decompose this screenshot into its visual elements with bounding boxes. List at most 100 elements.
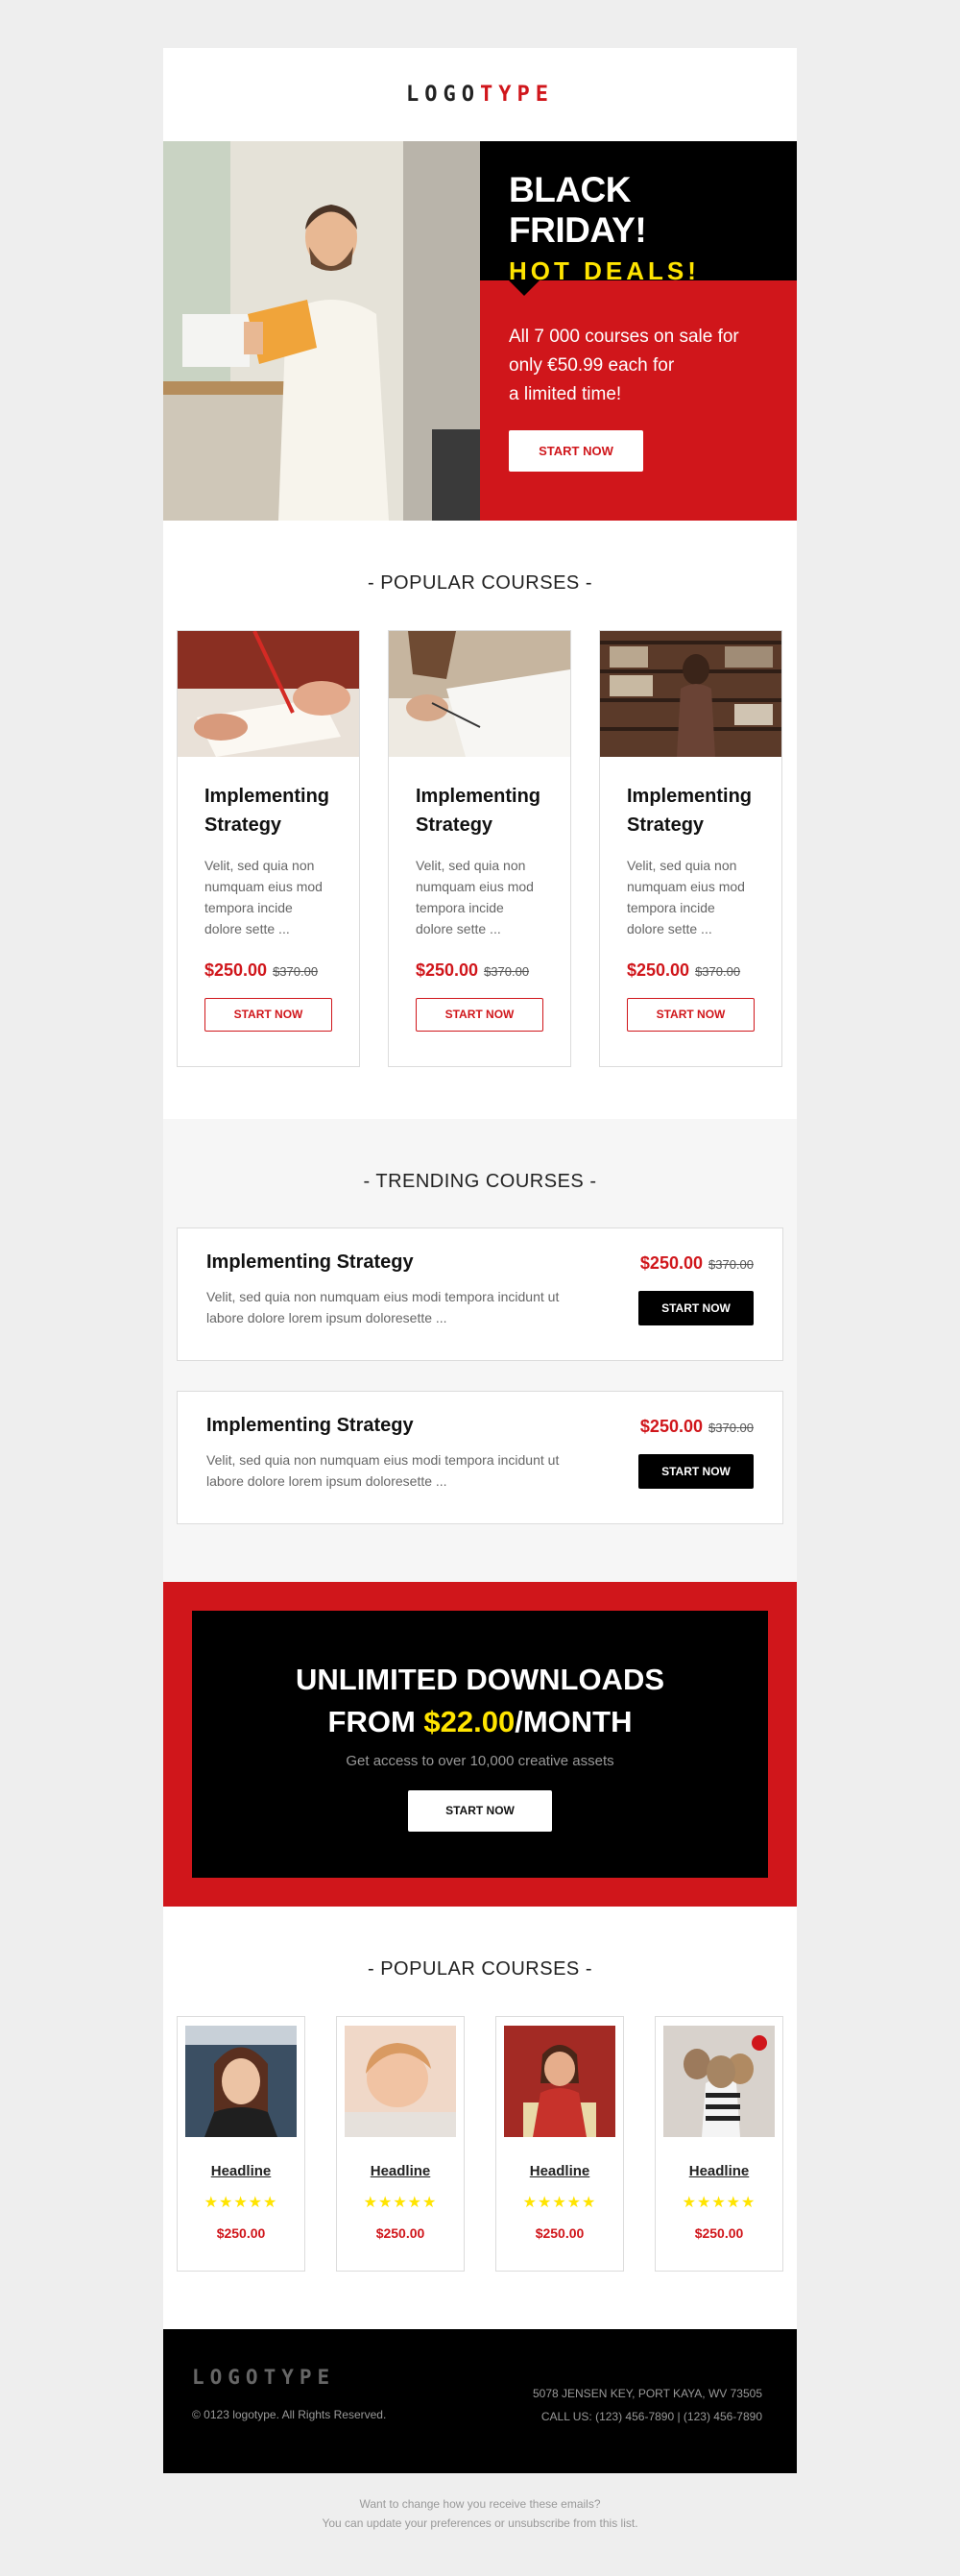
- course-start-now-button[interactable]: START NOW: [204, 998, 332, 1032]
- course-tile-headline[interactable]: Headline: [178, 2163, 304, 2179]
- trending-start-now-button[interactable]: START NOW: [638, 1291, 754, 1325]
- course-tile-price: $250.00: [375, 2225, 425, 2241]
- course-title: Implementing Strategy: [600, 757, 781, 839]
- hero-subtitle: HOT DEALS!: [509, 256, 700, 285]
- course-tile-headline[interactable]: Headline: [496, 2163, 623, 2179]
- course-tile-image: [345, 2026, 456, 2137]
- course-tile-price: $250.00: [216, 2225, 266, 2241]
- course-tile-price: $250.00: [535, 2225, 585, 2241]
- course-price: $250.00: [627, 960, 690, 980]
- course-tile-image: [663, 2026, 775, 2137]
- course-tile[interactable]: Headline ★★★★★ $250.00: [336, 2016, 465, 2272]
- course-tile-image: [504, 2026, 615, 2137]
- rating-stars-icon: ★★★★★: [682, 2195, 756, 2211]
- unsubscribe-line-2[interactable]: You can update your preferences or unsub…: [163, 2514, 797, 2533]
- course-start-now-button[interactable]: START NOW: [627, 998, 755, 1032]
- course-tile-price: $250.00: [694, 2225, 744, 2241]
- course-image: [389, 631, 570, 757]
- promo-headline-line-1: UNLIMITED DOWNLOADS: [295, 1663, 665, 1696]
- trending-course-title: Implementing Strategy: [206, 1415, 414, 1436]
- hero-offer-block: All 7 000 courses on sale for only €50.9…: [480, 280, 797, 521]
- hero-title: BLACK FRIDAY!: [509, 170, 647, 250]
- course-tile-headline[interactable]: Headline: [337, 2163, 464, 2179]
- promo-headline-line-2: FROM $22.00/MONTH: [192, 1701, 768, 1743]
- course-title-line-1: Implementing: [204, 786, 330, 807]
- course-old-price: $370.00: [695, 964, 741, 979]
- logo-part-1: LOGO: [406, 83, 480, 107]
- hero-banner: BLACK FRIDAY! HOT DEALS! All 7 000 cours…: [163, 141, 797, 521]
- price-row: $250.00 $370.00: [600, 939, 781, 981]
- header: LOGOTYPE: [163, 48, 797, 141]
- promo-subtext: Get access to over 10,000 creative asset…: [346, 1753, 614, 1769]
- hero-text-panel: BLACK FRIDAY! HOT DEALS! All 7 000 cours…: [480, 141, 797, 521]
- course-old-price: $370.00: [484, 964, 530, 979]
- course-old-price: $370.00: [273, 964, 319, 979]
- trending-old-price: $370.00: [708, 1257, 754, 1272]
- trending-course-title: Implementing Strategy: [206, 1252, 414, 1273]
- footer-address: 5078 JENSEN KEY, PORT KAYA, WV 73505: [532, 2387, 762, 2400]
- promo-per-month: /MONTH: [515, 1705, 633, 1738]
- course-card[interactable]: Implementing Strategy Velit, sed quia non…: [599, 630, 782, 1067]
- course-image: [600, 631, 781, 757]
- trending-price: $250.00: [639, 1417, 703, 1436]
- promo-start-now-button[interactable]: START NOW: [408, 1790, 552, 1832]
- trending-course-row[interactable]: Implementing Strategy Velit, sed quia no…: [177, 1391, 783, 1524]
- hero-image: [163, 141, 480, 521]
- trending-course-description: Velit, sed quia non numquam eius modi te…: [206, 1452, 560, 1489]
- course-title-line-1: Implementing: [627, 786, 753, 807]
- course-card[interactable]: Implementing Strategy Velit, sed quia non…: [388, 630, 571, 1067]
- hero-notch: [509, 280, 540, 296]
- footer-copyright: © 0123 logotype. All Rights Reserved.: [192, 2408, 387, 2421]
- course-price: $250.00: [204, 960, 268, 980]
- trending-courses-section: - TRENDING COURSES - Implementing Strate…: [163, 1119, 797, 1582]
- footer-phone[interactable]: CALL US: (123) 456-7890 | (123) 456-7890: [533, 2405, 762, 2428]
- unsubscribe-line-1: Want to change how you receive these ema…: [359, 2497, 601, 2511]
- course-image: [178, 631, 359, 757]
- hero-body: All 7 000 courses on sale for only €50.9…: [509, 323, 768, 409]
- course-cards: Implementing Strategy Velit, sed quia non…: [177, 630, 783, 1067]
- course-tile[interactable]: Headline ★★★★★ $250.00: [177, 2016, 305, 2272]
- logo[interactable]: LOGOTYPE: [406, 83, 554, 107]
- popular-courses-grid-section: - POPULAR COURSES - Headline ★★★★★ $250.…: [163, 1907, 797, 2329]
- course-title-line-1: Implementing: [416, 786, 541, 807]
- hero-body-line-2: only €50.99 each for: [509, 355, 675, 376]
- course-title: Implementing Strategy: [389, 757, 570, 839]
- trending-old-price: $370.00: [708, 1421, 754, 1435]
- hero-start-now-button[interactable]: START NOW: [509, 430, 643, 472]
- price-row: $250.00 $370.00: [389, 939, 570, 981]
- promo-price: $22.00: [423, 1705, 516, 1738]
- section-title: - TRENDING COURSES -: [363, 1171, 597, 1192]
- course-price: $250.00: [416, 960, 479, 980]
- section-title: - POPULAR COURSES -: [368, 1958, 592, 1980]
- course-start-now-button[interactable]: START NOW: [416, 998, 543, 1032]
- course-tile[interactable]: Headline ★★★★★ $250.00: [655, 2016, 783, 2272]
- course-description: Velit, sed quia non numquam eius mod tem…: [204, 858, 323, 936]
- trending-price-row: $250.00 $370.00: [640, 1253, 754, 1274]
- course-title-line-2: Strategy: [416, 814, 493, 836]
- course-tile[interactable]: Headline ★★★★★ $250.00: [495, 2016, 624, 2272]
- unsubscribe-note: Want to change how you receive these ema…: [163, 2473, 797, 2533]
- rating-stars-icon: ★★★★★: [363, 2195, 438, 2211]
- section-title: - POPULAR COURSES -: [368, 572, 592, 594]
- hero-title-block: BLACK FRIDAY! HOT DEALS!: [480, 141, 797, 296]
- course-tile-headline[interactable]: Headline: [656, 2163, 782, 2179]
- trending-start-now-button[interactable]: START NOW: [638, 1454, 754, 1489]
- course-title: Implementing Strategy: [178, 757, 359, 839]
- hero-body-line-1: All 7 000 courses on sale for: [509, 327, 739, 347]
- course-title-line-2: Strategy: [204, 814, 282, 836]
- promo-banner: UNLIMITED DOWNLOADS FROM $22.00/MONTH Ge…: [163, 1582, 797, 1907]
- trending-course-row[interactable]: Implementing Strategy Velit, sed quia no…: [177, 1227, 783, 1361]
- course-card[interactable]: Implementing Strategy Velit, sed quia non…: [177, 630, 360, 1067]
- trending-price: $250.00: [639, 1253, 703, 1273]
- promo-inner: UNLIMITED DOWNLOADS FROM $22.00/MONTH Ge…: [192, 1611, 768, 1878]
- hero-body-line-3: a limited time!: [509, 384, 622, 404]
- course-tile-image: [185, 2026, 297, 2137]
- popular-courses-section: - POPULAR COURSES - Implementing Strategy…: [163, 521, 797, 1119]
- email-container: LOGOTYPE BLACK FRIDAY! HOT DEALS! All 7 …: [163, 48, 797, 2533]
- footer-logo[interactable]: LOGOTYPE: [192, 2366, 335, 2389]
- rating-stars-icon: ★★★★★: [204, 2195, 278, 2211]
- promo-from: FROM: [327, 1705, 424, 1738]
- trending-price-row: $250.00 $370.00: [640, 1417, 754, 1437]
- course-description: Velit, sed quia non numquam eius mod tem…: [416, 858, 534, 936]
- course-title-line-2: Strategy: [627, 814, 705, 836]
